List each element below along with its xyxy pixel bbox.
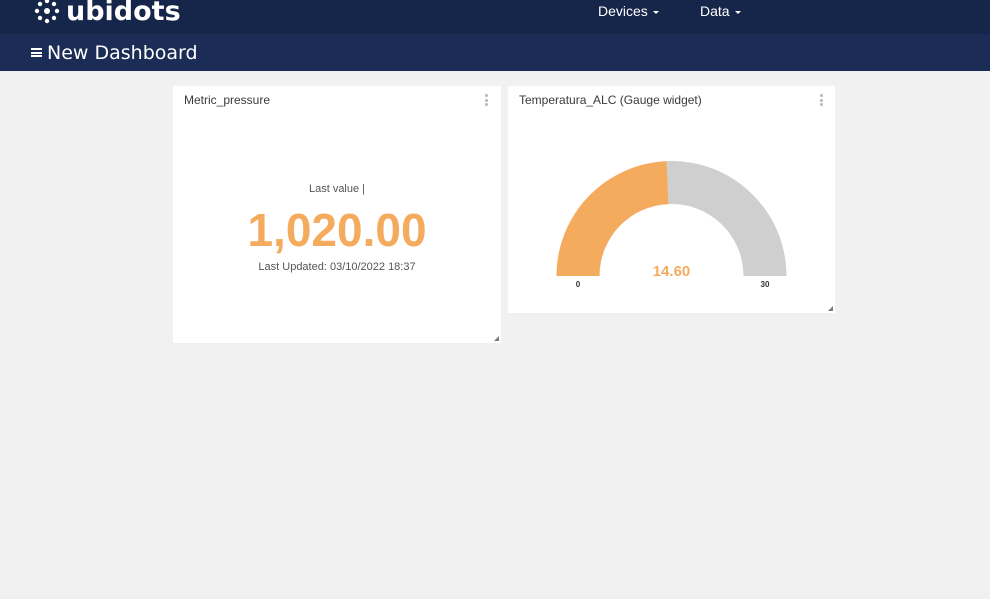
resize-handle-icon[interactable] <box>494 336 499 341</box>
gauge-chart: 14.60 0 30 <box>556 161 787 289</box>
hamburger-menu-icon[interactable] <box>31 48 42 57</box>
nav-data[interactable]: Data <box>700 0 741 22</box>
metric-value: 1,020.00 <box>247 204 427 256</box>
ubidots-logo[interactable]: ubidots <box>30 0 181 29</box>
gauge-value: 14.60 <box>653 263 691 280</box>
gauge-max-label: 30 <box>761 280 770 289</box>
widget-title: Metric_pressure <box>184 93 271 107</box>
logo-text: ubidots <box>66 0 181 27</box>
more-options-icon[interactable] <box>484 94 488 106</box>
resize-handle-icon[interactable] <box>828 306 833 311</box>
nav-data-label: Data <box>700 3 730 19</box>
nav-devices-label: Devices <box>598 3 648 19</box>
ubidots-logo-icon <box>34 0 60 24</box>
gauge-min-label: 0 <box>576 280 581 289</box>
top-navbar: ubidots Devices Data <box>0 0 990 34</box>
chevron-down-icon <box>652 10 659 14</box>
metric-widget[interactable]: Metric_pressure Last value | 1,020.00 La… <box>173 86 501 343</box>
chevron-down-icon <box>734 10 741 14</box>
last-value-label: Last value | <box>308 183 366 195</box>
gauge-fill <box>556 161 669 276</box>
dashboard-title[interactable]: New Dashboard <box>47 42 198 64</box>
gauge-track <box>666 161 787 276</box>
gauge-widget[interactable]: Temperatura_ALC (Gauge widget) 14.60 0 3… <box>508 86 835 313</box>
nav-devices[interactable]: Devices <box>598 0 659 22</box>
last-updated-text: Last Updated: 03/10/2022 18:37 <box>258 261 416 273</box>
dashboard-bar: New Dashboard <box>0 34 990 71</box>
